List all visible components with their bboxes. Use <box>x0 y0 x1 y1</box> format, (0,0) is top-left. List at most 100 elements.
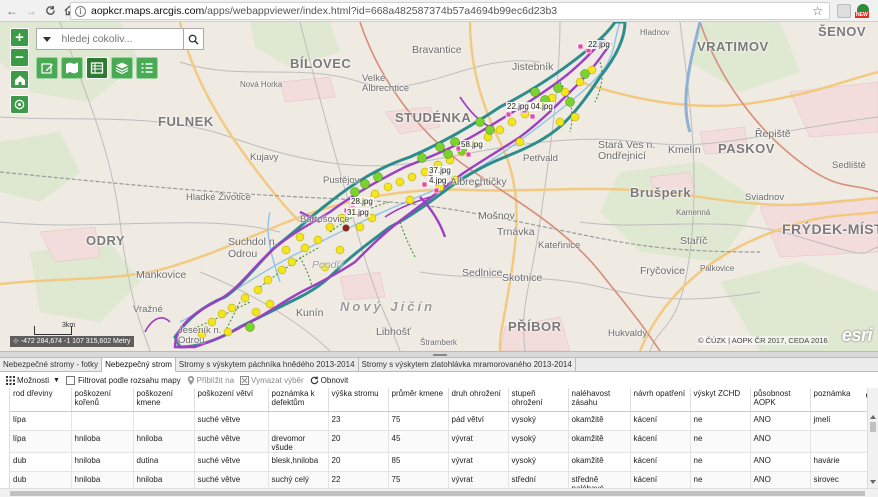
site-info-icon[interactable]: i <box>75 5 86 17</box>
place-label: STUDÉNKA <box>395 110 472 125</box>
coordinates-toggle-icon[interactable]: ⊹ <box>13 338 21 345</box>
column-header[interactable]: poškození kořenů <box>71 388 134 412</box>
table-cell: 75 <box>388 471 449 488</box>
table-row[interactable]: lípa hniloba hniloba suché větve drevomor vš… <box>10 430 867 453</box>
column-header[interactable]: průměr kmene <box>388 388 449 412</box>
horizontal-scrollbar[interactable] <box>0 488 878 497</box>
place-label: Libhošť <box>376 326 411 338</box>
column-header[interactable]: poznámka <box>810 388 867 412</box>
column-header[interactable]: rod dřeviny <box>10 388 72 412</box>
table-cell: vývrat <box>448 430 509 453</box>
scale-label: 3km <box>62 322 76 329</box>
extension-badge-icon[interactable]: NEW <box>855 3 871 19</box>
table-cell: hniloba <box>133 471 195 488</box>
clear-selection-button[interactable]: Vymazat výběr <box>240 375 304 385</box>
photo-label[interactable]: 4.jpg <box>428 176 448 185</box>
search-input[interactable] <box>56 29 183 49</box>
column-header[interactable]: poznámka k defektům <box>268 388 329 412</box>
home-button[interactable] <box>10 70 29 89</box>
layer-list-button[interactable] <box>111 57 133 79</box>
table-cell: jmelí <box>810 411 867 431</box>
tab-zlatohlavek-mramorovany[interactable]: Stromy s výskytem zlatohlávka mramorovan… <box>359 358 576 372</box>
table-row[interactable]: lípa suché větve 23 75 pád větví vysoký okamži… <box>10 411 867 431</box>
place-label: Štramberk <box>420 338 457 347</box>
table-cell: lípa <box>10 430 72 453</box>
edit-icon <box>41 63 53 74</box>
tab-nebezpecne-stromy-fotky[interactable]: Nebezpečné stromy - fotky <box>0 358 103 372</box>
table-cell: vysoký <box>508 411 569 431</box>
place-label: Jistebník <box>512 61 554 73</box>
vertical-scrollbar[interactable] <box>867 388 878 488</box>
place-label: BÍLOVEC <box>290 56 352 71</box>
scroll-thumb[interactable] <box>10 491 865 496</box>
column-header[interactable]: naléhavost zásahu <box>568 388 631 412</box>
legend-button[interactable] <box>136 57 158 79</box>
search-source-dropdown[interactable] <box>37 29 57 49</box>
table-cell: 22 <box>328 471 389 488</box>
refresh-button[interactable]: Obnovit <box>310 376 348 385</box>
back-arrow-icon[interactable]: ← <box>5 4 19 18</box>
scroll-up-icon[interactable] <box>870 415 876 419</box>
place-label: Vražné <box>133 304 163 315</box>
drag-handle-icon[interactable] <box>433 354 447 356</box>
zoom-out-button[interactable]: − <box>10 48 29 67</box>
column-header[interactable]: druh ohrožení <box>448 388 509 412</box>
place-label: Hukvaldy <box>608 328 648 339</box>
options-menu-button[interactable]: Možnosti ▼ <box>6 375 60 385</box>
photo-label[interactable]: 22.jpg 04.jpg <box>506 102 554 111</box>
column-header[interactable]: poškození kmene <box>133 388 195 412</box>
tab-pachnik-hnedy[interactable]: Stromy s výskytem páchníka hnědého 2013-… <box>176 358 359 372</box>
search-widget <box>36 28 204 50</box>
column-header[interactable]: stupeň ohrožení <box>508 388 569 412</box>
place-label: Velké Albrechtice <box>362 73 409 94</box>
zoom-in-button[interactable]: + <box>10 28 29 47</box>
panel-splitter[interactable] <box>0 351 878 358</box>
table-row[interactable]: dub hniloba dutina suché větve blesk,hniloba… <box>10 452 867 472</box>
place-label: Kmelín <box>668 144 701 156</box>
attribute-table-button[interactable] <box>86 57 108 79</box>
place-label: Nový Jičín <box>340 299 436 314</box>
place-label: Hladnov <box>640 28 670 37</box>
tab-nebezpecny-strom[interactable]: Nebezpečný strom <box>102 358 176 372</box>
place-label: Kunín <box>296 307 324 319</box>
locate-button[interactable] <box>10 95 29 114</box>
table-row[interactable]: dub hniloba hniloba suché větve suchý celý 22… <box>10 471 867 488</box>
photo-label[interactable]: 28.jpg <box>350 197 374 206</box>
clear-selection-icon <box>240 375 250 385</box>
layers-icon <box>115 62 129 75</box>
table-cell: suché větve <box>194 471 269 488</box>
filter-by-extent-button[interactable]: Filtrovat podle rozsahu mapy <box>65 375 181 385</box>
place-label: PASKOV <box>718 141 775 156</box>
photo-label[interactable]: 37.jpg <box>428 166 452 175</box>
column-header[interactable]: výška stromu <box>328 388 389 412</box>
place-label: Hladké Životice <box>186 192 251 203</box>
basemap-gallery-button[interactable] <box>61 57 83 79</box>
edit-widget-button[interactable] <box>36 57 58 79</box>
column-header[interactable]: návrh opatření <box>630 388 691 412</box>
photo-label[interactable]: 58.jpg <box>460 140 484 149</box>
search-button[interactable] <box>182 29 204 49</box>
chevron-down-icon <box>42 36 51 42</box>
place-label: Sedliště <box>832 160 866 171</box>
place-label: Pustějov <box>323 175 360 186</box>
table-cell: okamžitě <box>568 452 631 472</box>
zoom-to-button[interactable]: Přiblížit na <box>187 375 234 385</box>
photo-label[interactable]: 22.jpg <box>587 40 611 49</box>
column-header[interactable]: působnost AOPK <box>750 388 811 412</box>
table-cell: okamžitě <box>568 430 631 453</box>
column-header[interactable]: výskyt ZCHD <box>690 388 751 412</box>
scroll-down-icon[interactable] <box>870 480 876 484</box>
place-label: Mankovice <box>136 269 187 281</box>
address-bar[interactable]: i aopkcr.maps.arcgis.com/apps/webappview… <box>70 2 830 20</box>
scroll-thumb[interactable] <box>870 422 876 432</box>
table-cell: blesk,hniloba <box>268 452 329 472</box>
extension-icon[interactable] <box>837 4 851 18</box>
forward-arrow-icon[interactable]: → <box>24 4 38 18</box>
map-view[interactable]: VRATIMOV ŠENOV BÍLOVEC Bravantice Jisteb… <box>0 22 878 351</box>
place-label: Sedlnice <box>462 267 503 279</box>
table-cell <box>71 411 134 431</box>
bookmark-star-icon[interactable]: ☆ <box>812 4 823 18</box>
photo-label[interactable]: 31.jpg <box>346 208 370 217</box>
reload-icon[interactable] <box>43 4 57 18</box>
column-header[interactable]: poškození větví <box>194 388 269 412</box>
